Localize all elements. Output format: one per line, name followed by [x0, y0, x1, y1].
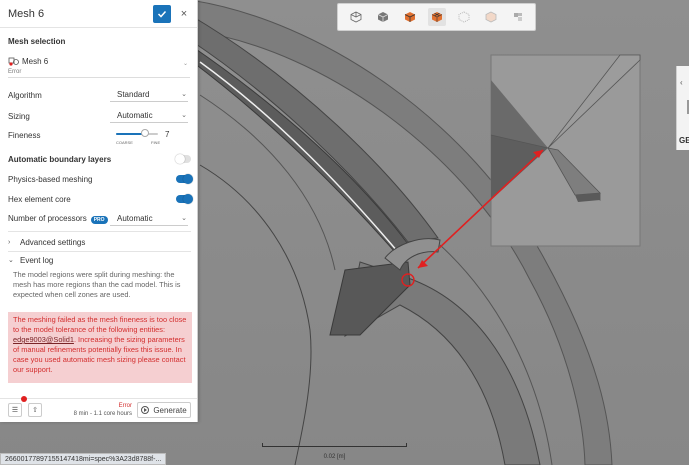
- advanced-settings-label: Advanced settings: [20, 237, 86, 247]
- view-toolbar: [337, 3, 536, 31]
- mesh-selection-status: Error: [8, 69, 22, 75]
- list-button[interactable]: ☰: [8, 403, 22, 417]
- chevron-down-icon: ⌄: [181, 215, 187, 222]
- event-log-label: Event log: [20, 255, 54, 265]
- toggle-knob: [183, 194, 193, 204]
- advanced-settings-toggle[interactable]: › Advanced settings: [8, 236, 192, 248]
- divider: [8, 231, 191, 232]
- event-log-toggle[interactable]: ⌄ Event log: [8, 254, 192, 266]
- job-time: 8 min - 1.1 core hours: [73, 411, 132, 417]
- generate-label: Generate: [153, 405, 187, 415]
- physics-meshing-row: Physics-based meshing: [8, 172, 192, 186]
- view-solid-icon[interactable]: [374, 8, 392, 26]
- upload-icon: ⇧: [32, 407, 38, 414]
- view-points-icon[interactable]: [455, 8, 473, 26]
- mesh-selection-label: Mesh selection: [8, 37, 66, 46]
- sizing-select[interactable]: Automatic ⌄: [110, 110, 188, 123]
- upload-button[interactable]: ⇧: [28, 403, 42, 417]
- pro-badge: PRO: [90, 216, 108, 224]
- view-mesh-icon[interactable]: [427, 8, 446, 26]
- chevron-down-icon[interactable]: ⌄: [183, 60, 188, 67]
- chevron-left-icon[interactable]: ‹: [680, 78, 683, 87]
- hex-core-label: Hex element core: [8, 194, 71, 204]
- toggle-knob: [175, 154, 185, 164]
- chevron-right-icon: ›: [8, 238, 11, 246]
- chevron-down-icon: ⌄: [181, 112, 187, 119]
- mesh-settings-panel: Mesh 6 × Mesh selection Mesh 6 Error ⌄ A…: [0, 0, 198, 422]
- close-button[interactable]: ×: [179, 8, 189, 20]
- confirm-button[interactable]: [153, 4, 171, 23]
- mesh-geometry-icon: [8, 57, 19, 66]
- error-message: The meshing failed as the mesh fineness …: [8, 312, 192, 383]
- hex-core-toggle[interactable]: [176, 194, 193, 204]
- panel-title: Mesh 6: [8, 7, 45, 20]
- algorithm-value: Standard: [117, 90, 150, 99]
- close-icon: ×: [180, 7, 188, 20]
- sizing-value: Automatic: [117, 111, 153, 120]
- boundary-layers-toggle[interactable]: [175, 154, 191, 164]
- view-solid-edges-icon[interactable]: [401, 8, 419, 26]
- list-icon: ☰: [11, 407, 19, 414]
- error-message-text: The meshing failed as the mesh fineness …: [13, 315, 187, 334]
- scale-bar-line: [262, 443, 407, 447]
- physics-meshing-label: Physics-based meshing: [8, 174, 93, 184]
- panel-footer: ☰ ⇧ Error 8 min - 1.1 core hours Generat…: [0, 396, 197, 422]
- right-panel-label: GE: [679, 136, 689, 145]
- right-side-panel[interactable]: ‹ GE: [676, 66, 689, 150]
- mesh-selection-field[interactable]: Mesh 6 Error ⌄: [8, 56, 190, 78]
- panel-header: Mesh 6 ×: [0, 0, 197, 28]
- view-wireframe-icon[interactable]: [347, 8, 365, 26]
- fineness-slider[interactable]: [116, 129, 158, 137]
- toggle-knob: [183, 174, 193, 184]
- status-url: 2660017789715514​7418mi=spec%3A23d8788f-…: [0, 453, 167, 465]
- hex-core-row: Hex element core: [8, 192, 192, 206]
- chevron-down-icon: ⌄: [8, 257, 14, 264]
- scale-bar-label: 0.02 [m]: [323, 454, 346, 460]
- fineness-coarse-label: COARSE: [116, 140, 133, 145]
- algorithm-select[interactable]: Standard ⌄: [110, 89, 188, 102]
- boundary-layers-row: Automatic boundary layers: [8, 152, 192, 166]
- view-transparent-icon[interactable]: [482, 8, 500, 26]
- boundary-layers-label: Automatic boundary layers: [8, 154, 112, 164]
- info-message: The model regions were split during mesh…: [13, 270, 181, 299]
- processors-value: Automatic: [117, 214, 153, 223]
- error-entity-link[interactable]: edge9003@Solid1: [13, 335, 74, 344]
- divider: [8, 251, 191, 252]
- view-layers-icon[interactable]: [509, 8, 527, 26]
- chevron-down-icon: ⌄: [181, 91, 187, 98]
- fineness-slider-handle[interactable]: [141, 129, 150, 137]
- check-icon: [157, 10, 167, 18]
- processors-label: Number of processors: [8, 214, 87, 223]
- notification-dot: [21, 396, 27, 402]
- processors-select[interactable]: Automatic ⌄: [110, 213, 188, 226]
- fineness-fine-label: FINE: [151, 140, 161, 145]
- job-status: Error: [118, 403, 132, 409]
- play-icon: [141, 406, 150, 414]
- physics-meshing-toggle[interactable]: [176, 174, 193, 184]
- generate-button[interactable]: Generate: [137, 402, 191, 418]
- mesh-selection-name: Mesh 6: [22, 57, 49, 66]
- fineness-value: 7: [165, 130, 170, 139]
